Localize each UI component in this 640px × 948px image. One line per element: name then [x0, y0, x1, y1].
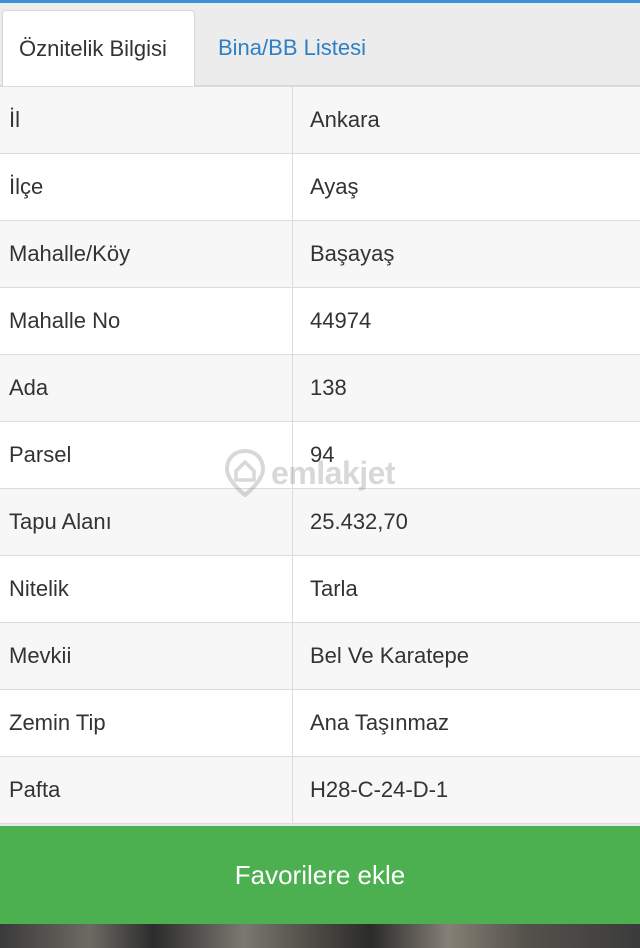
- add-to-favorites-button[interactable]: Favorilere ekle: [0, 826, 640, 924]
- row-value: Bel Ve Karatepe: [310, 643, 470, 668]
- table-row: Nitelik Tarla: [0, 556, 640, 623]
- tab-label: Bina/BB Listesi: [218, 34, 366, 60]
- row-label: İl: [0, 87, 293, 153]
- row-value: Tarla: [310, 576, 358, 601]
- row-label: Mahalle/Köy: [0, 221, 293, 287]
- row-label: Ada: [0, 355, 293, 421]
- row-label: İlçe: [0, 154, 293, 220]
- table-row: Pafta H28-C-24-D-1: [0, 757, 640, 824]
- row-value: Ana Taşınmaz: [310, 710, 450, 735]
- button-label: Favorilere ekle: [234, 859, 406, 890]
- row-label: Pafta: [0, 757, 293, 823]
- row-value: 138: [310, 375, 347, 400]
- row-label: Zemin Tip: [0, 690, 293, 756]
- table-row: Parsel 94: [0, 422, 640, 489]
- attribute-table: İl Ankara İlçe Ayaş Mahalle/Köy Başayaş …: [0, 86, 640, 824]
- tab-label: Öznitelik Bilgisi: [19, 36, 167, 61]
- row-value: Ankara: [310, 107, 380, 132]
- row-value: Ayaş: [310, 174, 359, 199]
- tab-oznitelik-bilgisi[interactable]: Öznitelik Bilgisi: [2, 10, 195, 87]
- table-row: Mahalle/Köy Başayaş: [0, 221, 640, 288]
- row-value: H28-C-24-D-1: [310, 777, 449, 802]
- row-value: 25.432,70: [310, 509, 408, 534]
- row-value: 94: [310, 442, 335, 467]
- table-row: Ada 138: [0, 355, 640, 422]
- table-row: Mahalle No 44974: [0, 288, 640, 355]
- tab-bar: Öznitelik Bilgisi Bina/BB Listesi: [0, 3, 640, 87]
- table-row: Mevkii Bel Ve Karatepe: [0, 623, 640, 690]
- table-row: Tapu Alanı 25.432,70: [0, 489, 640, 556]
- table-row: İl Ankara: [0, 87, 640, 154]
- row-value: Başayaş: [310, 241, 395, 266]
- background-photo-strip: [0, 924, 640, 948]
- row-label: Nitelik: [0, 556, 293, 622]
- row-label: Mevkii: [0, 623, 293, 689]
- tab-bina-bb-listesi[interactable]: Bina/BB Listesi: [218, 10, 366, 85]
- row-label: Tapu Alanı: [0, 489, 293, 555]
- table-row: İlçe Ayaş: [0, 154, 640, 221]
- row-label: Parsel: [0, 422, 293, 488]
- row-value: 44974: [310, 308, 372, 333]
- table-row: Zemin Tip Ana Taşınmaz: [0, 690, 640, 757]
- row-label: Mahalle No: [0, 288, 293, 354]
